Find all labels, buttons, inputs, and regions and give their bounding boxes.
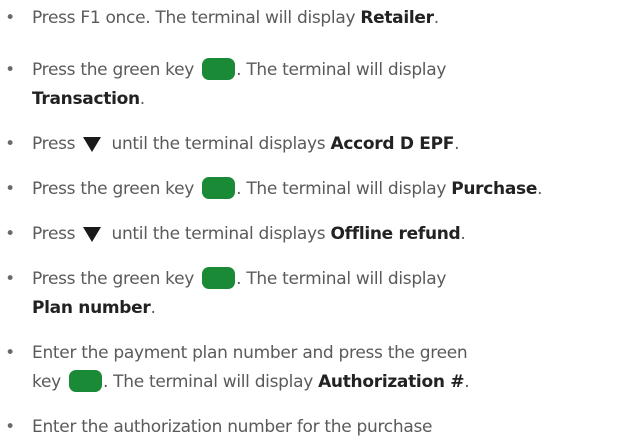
step-text: Enter the payment plan number and press … xyxy=(32,343,468,363)
step-text: . The terminal will display xyxy=(236,60,447,80)
bullet: • xyxy=(5,343,15,363)
step-text: . xyxy=(433,8,439,28)
step-5-line-1: Press until the terminal displays Offlin… xyxy=(32,220,466,249)
display-value-accord-d-epf: Accord D EPF xyxy=(330,134,455,154)
display-value-plan-number: Plan number xyxy=(32,298,151,318)
step-text: Enter the authorization number for the p… xyxy=(32,417,433,437)
step-text: . The terminal will display xyxy=(236,269,447,289)
bullet: • xyxy=(5,224,15,244)
step-text: . xyxy=(454,134,460,154)
step-3-line-1: Press until the terminal displays Accord… xyxy=(32,130,459,159)
down-triangle-icon xyxy=(83,137,102,152)
step-text: . xyxy=(139,89,145,109)
step-text: . xyxy=(150,298,156,318)
bullet: • xyxy=(5,60,15,80)
green-key-icon xyxy=(202,267,236,289)
step-1-line-1: Press F1 once. The terminal will display… xyxy=(32,4,439,33)
step-text: . xyxy=(460,224,466,244)
display-value-offline-refund: Offline refund xyxy=(330,224,461,244)
step-text: . The terminal will display xyxy=(236,179,452,199)
down-triangle-icon xyxy=(83,227,102,242)
bullet: • xyxy=(5,417,15,437)
step-text: Press the green key xyxy=(32,179,200,199)
step-6-line-1: Press the green key . The terminal will … xyxy=(32,265,446,294)
step-text: Press F1 once. The terminal will display xyxy=(32,8,361,28)
green-key-icon xyxy=(68,370,102,392)
step-4-line-1: Press the green key . The terminal will … xyxy=(32,175,542,204)
step-text: until the terminal displays xyxy=(106,134,331,154)
display-value-authorization: Authorization # xyxy=(318,372,465,392)
display-value-retailer: Retailer xyxy=(360,8,434,28)
green-key-icon xyxy=(202,58,236,80)
step-2-line-2: Transaction. xyxy=(32,85,145,114)
step-8-line-1: Enter the authorization number for the p… xyxy=(32,413,432,442)
green-key-icon xyxy=(202,177,236,199)
bullet: • xyxy=(5,8,15,28)
step-text: Press the green key xyxy=(32,269,200,289)
bullet: • xyxy=(5,269,15,289)
step-text: key xyxy=(32,372,66,392)
step-text: . The terminal will display xyxy=(102,372,319,392)
step-7-line-1: Enter the payment plan number and press … xyxy=(32,339,468,368)
step-2-line-1: Press the green key . The terminal will … xyxy=(32,56,446,85)
step-text: Press xyxy=(32,134,81,154)
bullet: • xyxy=(5,134,15,154)
step-6-line-2: Plan number. xyxy=(32,294,156,323)
step-text: . xyxy=(537,179,543,199)
step-text: . xyxy=(464,372,470,392)
bullet: • xyxy=(5,179,15,199)
display-value-purchase: Purchase xyxy=(451,179,538,199)
display-value-transaction: Transaction xyxy=(32,89,140,109)
step-7-line-2: key . The terminal will display Authoriz… xyxy=(32,368,470,397)
step-text: until the terminal displays xyxy=(106,224,331,244)
step-text: Press xyxy=(32,224,81,244)
step-text: Press the green key xyxy=(32,60,200,80)
